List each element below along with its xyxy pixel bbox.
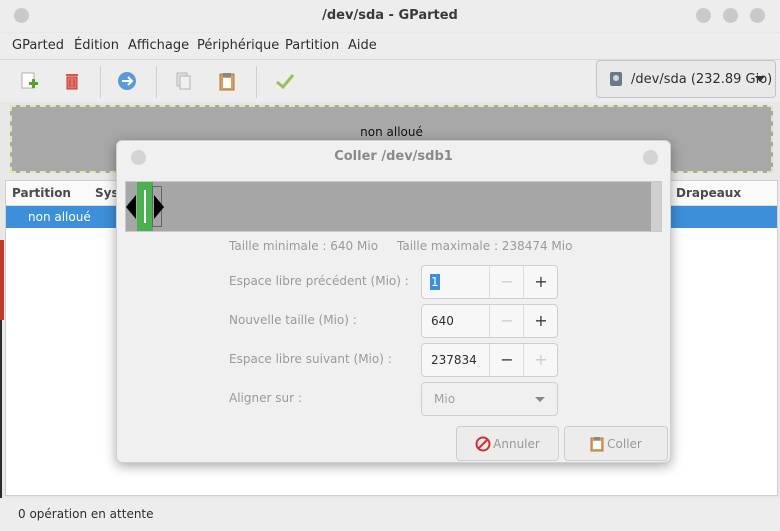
dialog-menu-button[interactable] [131, 150, 146, 165]
free-after-decrement[interactable]: − [489, 344, 524, 376]
new-size-increment[interactable]: + [523, 305, 558, 337]
maximize-button[interactable] [723, 8, 738, 23]
free-after-value[interactable]: 237834 [431, 344, 477, 376]
partition-resizer[interactable] [125, 181, 662, 232]
title-bar: /dev/sda - GParted [0, 0, 780, 32]
window-title: /dev/sda - GParted [322, 8, 458, 23]
background-window-accent [0, 240, 4, 320]
copy-button[interactable] [166, 64, 200, 98]
column-flags[interactable]: Drapeaux [676, 181, 741, 205]
row-partition-cell: non alloué [28, 210, 91, 224]
paste-confirm-button[interactable]: Coller [564, 426, 668, 461]
dialog-title: Coller /dev/sdb1 [334, 149, 453, 164]
disk-map-label: non alloué [360, 125, 423, 139]
menu-gparted[interactable]: GParted [12, 33, 64, 59]
column-partition[interactable]: Partition [12, 181, 71, 205]
paste-icon [219, 73, 235, 91]
free-after-increment[interactable]: + [523, 344, 558, 376]
min-size-label: Taille minimale : 640 Mio [229, 239, 379, 253]
pending-operations-text: 0 opération en attente [18, 507, 154, 521]
free-after-label: Espace libre suivant (Mio) : [229, 352, 392, 366]
apply-icon [276, 74, 295, 90]
copy-icon [176, 72, 191, 90]
menu-bar: GParted Édition Affichage Périphérique P… [0, 33, 780, 60]
dialog-close-button[interactable] [643, 150, 658, 165]
menu-aide[interactable]: Aide [348, 33, 377, 59]
paste-button[interactable] [210, 64, 244, 98]
align-select[interactable]: Mio [421, 382, 558, 416]
resize-move-button[interactable] [110, 64, 144, 98]
free-before-label: Espace libre précédent (Mio) : [229, 274, 409, 288]
menu-affichage[interactable]: Affichage [128, 33, 189, 59]
delete-icon [66, 74, 78, 90]
partition-used-marker [144, 190, 146, 223]
free-after-stepper[interactable]: 237834 − + [421, 343, 558, 377]
paste-dialog: Coller /dev/sdb1 Taille minimale : 640 M… [116, 140, 671, 463]
right-resize-handle[interactable] [154, 195, 164, 219]
new-size-label: Nouvelle taille (Mio) : [229, 313, 357, 327]
cancel-button[interactable]: Annuler [456, 426, 559, 461]
align-label: Aligner sur : [229, 391, 302, 405]
toolbar-separator [100, 66, 101, 98]
left-resize-handle[interactable] [126, 195, 136, 219]
toolbar-separator [256, 66, 257, 98]
toolbar-separator [156, 66, 157, 98]
paste-icon [590, 436, 604, 451]
apply-button[interactable] [268, 64, 302, 98]
align-value: Mio [434, 392, 456, 406]
disk-icon [610, 72, 622, 86]
window-menu-button[interactable] [14, 8, 29, 23]
free-before-stepper[interactable]: 1 − + [421, 265, 558, 299]
chevron-down-icon [535, 397, 545, 402]
max-size-label: Taille maximale : 238474 Mio [397, 239, 573, 253]
menu-peripherique[interactable]: Périphérique [197, 33, 279, 59]
delete-button[interactable] [55, 64, 89, 98]
cancel-label: Annuler [493, 436, 540, 451]
device-label: /dev/sda (232.89 Gio) [631, 71, 773, 87]
close-button[interactable] [750, 8, 765, 23]
chevron-down-icon [755, 76, 765, 82]
free-before-value[interactable]: 1 [430, 274, 440, 290]
new-size-value[interactable]: 640 [431, 305, 454, 337]
menu-edition[interactable]: Édition [74, 33, 119, 59]
new-size-stepper[interactable]: 640 − + [421, 304, 558, 338]
paste-label: Coller [607, 436, 642, 451]
resize-move-icon [118, 72, 136, 90]
minimize-button[interactable] [696, 8, 711, 23]
status-bar: 0 opération en attente [0, 498, 780, 531]
new-partition-button[interactable] [12, 64, 46, 98]
new-partition-icon [21, 72, 38, 89]
free-before-decrement[interactable]: − [489, 266, 524, 298]
menu-partition[interactable]: Partition [285, 33, 339, 59]
free-before-increment[interactable]: + [523, 266, 558, 298]
new-size-decrement[interactable]: − [489, 305, 524, 337]
resizer-scroll-edge [651, 182, 661, 231]
device-selector[interactable]: /dev/sda (232.89 Gio) [596, 60, 776, 98]
cancel-icon [475, 436, 491, 451]
